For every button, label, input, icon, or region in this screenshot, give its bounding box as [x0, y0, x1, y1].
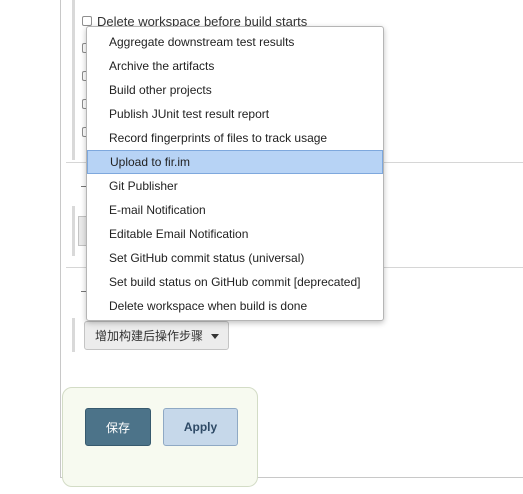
menu-item-delete-workspace-when-done[interactable]: Delete workspace when build is done: [87, 294, 383, 318]
build-section-bar: [72, 206, 75, 256]
menu-item-archive-artifacts[interactable]: Archive the artifacts: [87, 54, 383, 78]
job-config-page: Delete workspace before build starts 增加构…: [0, 0, 523, 494]
menu-item-aggregate-downstream-test-results[interactable]: Aggregate downstream test results: [87, 30, 383, 54]
menu-item-upload-to-fir-im[interactable]: Upload to fir.im: [87, 150, 383, 174]
post-build-section-bar: [72, 318, 75, 352]
menu-item-publish-junit-report[interactable]: Publish JUnit test result report: [87, 102, 383, 126]
add-build-step-button-edge[interactable]: [78, 216, 86, 246]
caret-down-icon: [211, 334, 220, 339]
apply-button[interactable]: Apply: [163, 408, 238, 446]
menu-item-build-other-projects[interactable]: Build other projects: [87, 78, 383, 102]
menu-item-set-build-status-github-deprecated[interactable]: Set build status on GitHub commit [depre…: [87, 270, 383, 294]
menu-item-git-publisher[interactable]: Git Publisher: [87, 174, 383, 198]
add-post-build-step-button[interactable]: 增加构建后操作步骤: [84, 321, 229, 350]
save-button[interactable]: 保存: [85, 408, 151, 446]
delete-workspace-checkbox[interactable]: [82, 16, 92, 26]
menu-item-email-notification[interactable]: E-mail Notification: [87, 198, 383, 222]
add-post-build-step-label: 增加构建后操作步骤: [95, 329, 204, 343]
config-panel-left-border: [60, 0, 61, 478]
build-environment-section-bar: [72, 0, 75, 160]
post-build-actions-dropdown[interactable]: Aggregate downstream test results Archiv…: [86, 26, 384, 321]
menu-item-set-github-commit-status[interactable]: Set GitHub commit status (universal): [87, 246, 383, 270]
menu-item-record-fingerprints[interactable]: Record fingerprints of files to track us…: [87, 126, 383, 150]
menu-item-editable-email-notification[interactable]: Editable Email Notification: [87, 222, 383, 246]
